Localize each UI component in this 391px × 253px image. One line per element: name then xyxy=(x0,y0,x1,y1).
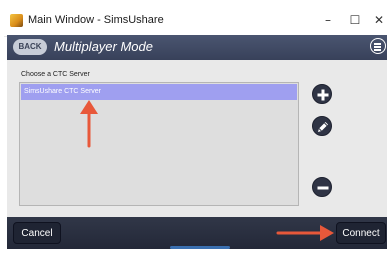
annotation-arrow-up xyxy=(80,100,98,148)
app-window: Main Window - SimsUshare – ☐ ✕ BACK Mult… xyxy=(0,0,391,253)
annotation-arrow-right xyxy=(276,225,334,241)
annotation-arrows xyxy=(80,100,334,241)
